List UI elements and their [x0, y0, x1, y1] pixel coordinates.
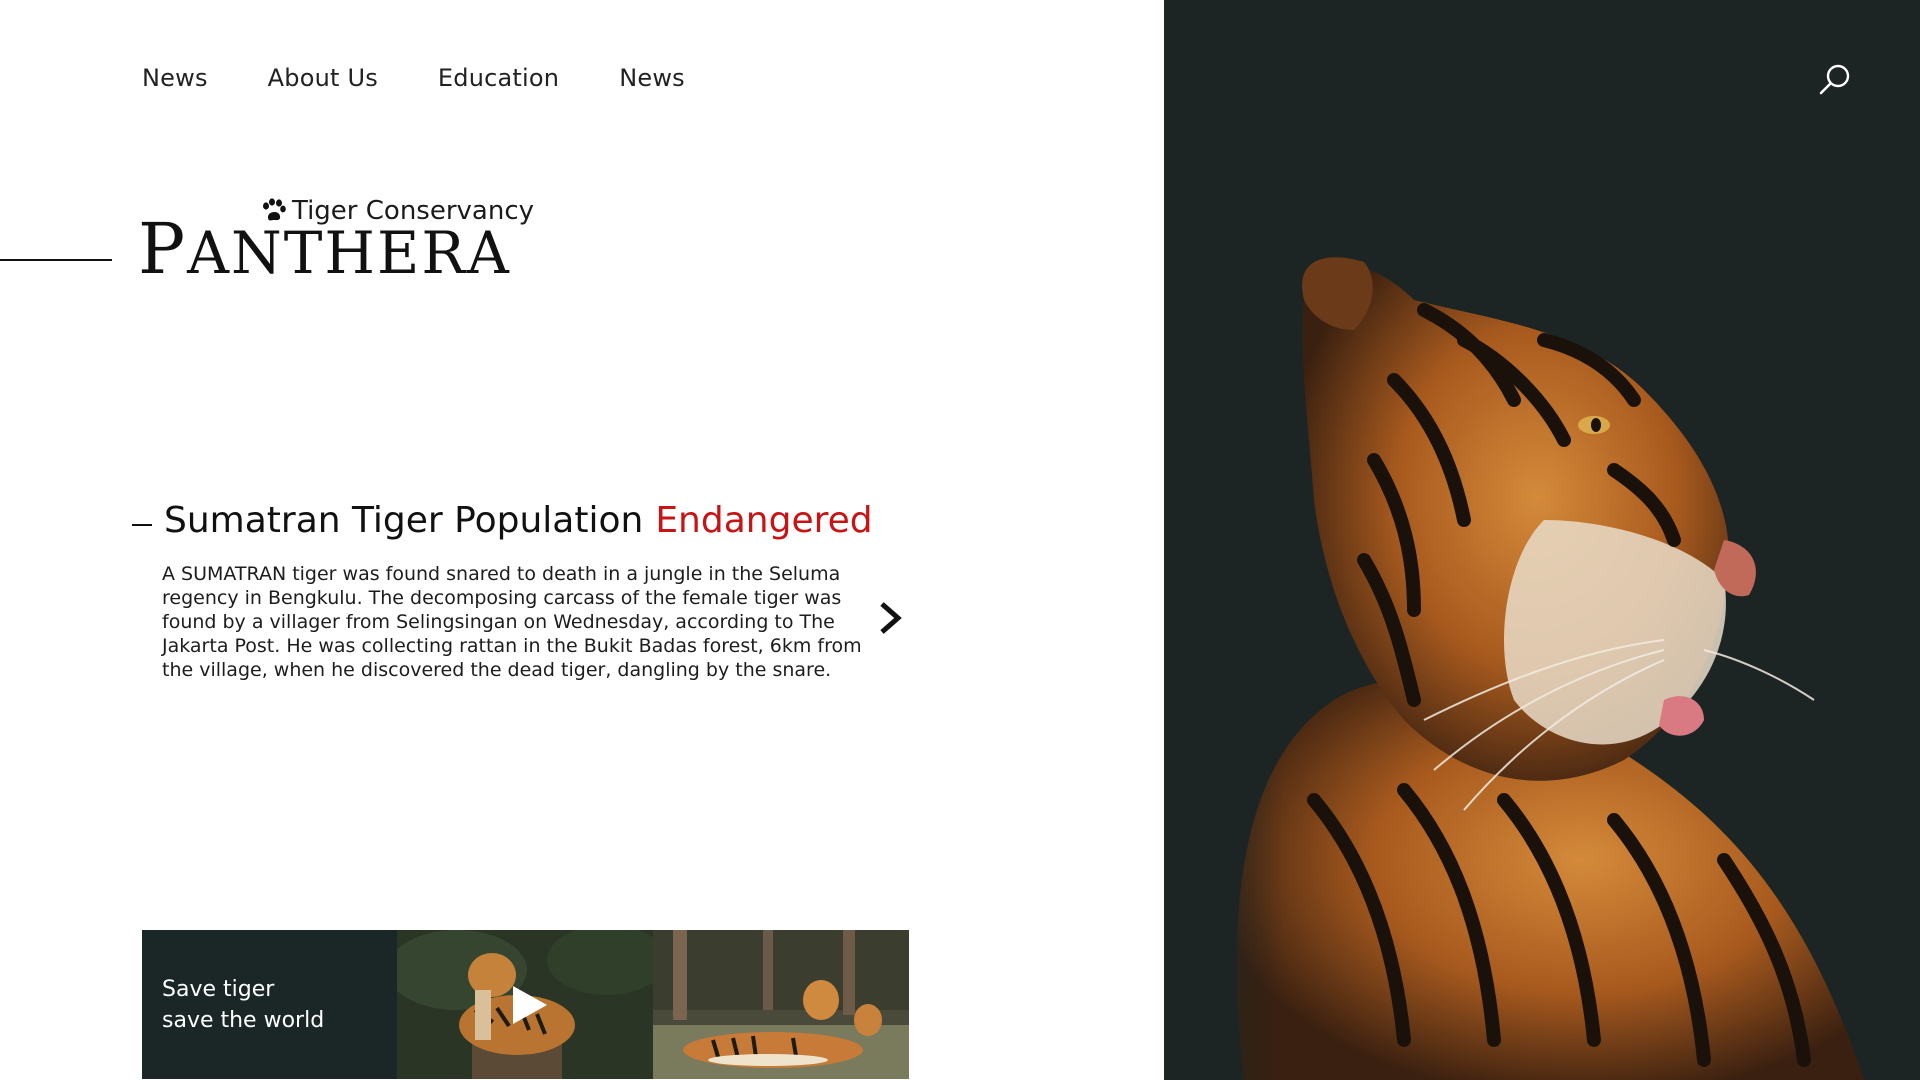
nav-item-education[interactable]: Education — [438, 64, 559, 92]
page: News About Us Education News Tiger Conse… — [0, 0, 1920, 1080]
headline-main: Sumatran Tiger Population — [164, 500, 644, 541]
promo-line-2: save the world — [162, 1008, 325, 1033]
search-icon[interactable] — [1818, 62, 1852, 96]
article-body: A SUMATRAN tiger was found snared to dea… — [162, 563, 862, 681]
tigers-lying-thumbnail[interactable] — [653, 930, 909, 1079]
promo-line-1: Save tiger — [162, 977, 275, 1002]
video-thumbnail[interactable] — [397, 930, 653, 1079]
article-headline: Sumatran Tiger Population Endangered — [132, 500, 873, 541]
promo-strip: Save tiger save the world — [142, 930, 909, 1079]
chevron-right-icon[interactable] — [872, 598, 908, 638]
promo-text-block: Save tiger save the world — [142, 930, 397, 1079]
brand-divider — [0, 259, 112, 261]
nav-item-news[interactable]: News — [142, 64, 208, 92]
main-nav: News About Us Education News — [142, 64, 685, 92]
play-icon[interactable] — [505, 982, 551, 1028]
nav-item-news-2[interactable]: News — [619, 64, 685, 92]
nav-item-about-us[interactable]: About Us — [268, 64, 378, 92]
hero-image-panel — [1164, 0, 1920, 1080]
brand-title-initial: P — [138, 208, 188, 290]
headline-dash — [132, 523, 152, 526]
tiger-portrait-image — [1164, 0, 1864, 1080]
brand-logo[interactable]: PANTHERA — [138, 214, 511, 284]
tigers-lying-image — [653, 930, 909, 1079]
headline-accent: Endangered — [655, 500, 873, 541]
brand-title-rest: ANTHERA — [187, 219, 511, 287]
